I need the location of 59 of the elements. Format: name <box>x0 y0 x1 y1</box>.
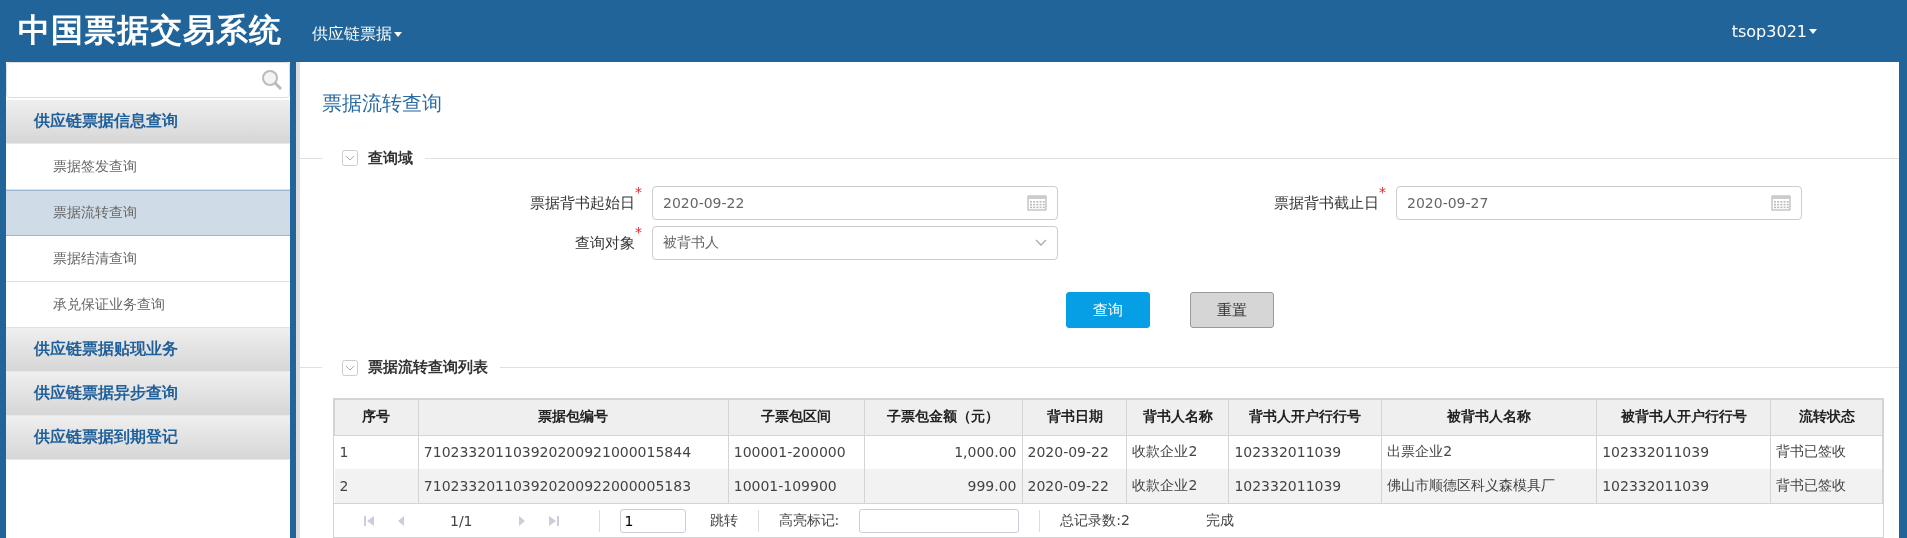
required-mark: * <box>635 224 642 240</box>
highlight-input[interactable] <box>859 508 1020 533</box>
field-label: 查询对象* <box>575 226 642 254</box>
section-title: 查询域 <box>368 148 413 168</box>
table-cell: 收款企业2 <box>1127 469 1229 503</box>
collapse-icon[interactable] <box>342 150 358 167</box>
column-header: 背书日期 <box>1022 399 1127 435</box>
column-header: 背书人开户行行号 <box>1228 399 1382 435</box>
sidebar-group[interactable]: 供应链票据贴现业务 <box>6 328 290 372</box>
app-title: 中国票据交易系统 <box>18 10 282 51</box>
last-page-icon[interactable] <box>546 513 561 528</box>
calendar-icon[interactable] <box>1027 195 1047 211</box>
sidebar-group[interactable]: 供应链票据到期登记 <box>6 416 290 460</box>
search-field[interactable] <box>6 62 290 98</box>
sidebar-item[interactable]: 票据流转查询 <box>6 190 290 236</box>
field-label: 票据背书截止日* <box>1274 186 1386 214</box>
table-cell: 710233201103920200922000005183 <box>418 469 729 503</box>
column-header: 票据包编号 <box>418 399 729 435</box>
page-input[interactable]: 1 <box>619 508 686 533</box>
table-cell: 2 <box>334 469 419 503</box>
first-page-icon[interactable] <box>362 513 376 528</box>
table-cell: 10001-109900 <box>728 469 865 503</box>
table-cell: 背书已签收 <box>1770 469 1883 503</box>
select-field[interactable]: 被背书人 <box>652 226 1058 260</box>
table-cell: 999.00 <box>864 469 1023 503</box>
page-indicator: 1/1 <box>450 512 473 529</box>
required-mark: * <box>635 184 642 200</box>
caret-icon <box>394 31 402 37</box>
table-cell: 2020-09-22 <box>1022 469 1127 503</box>
column-header: 背书人名称 <box>1127 399 1229 435</box>
section-title: 票据流转查询列表 <box>368 358 488 378</box>
column-header: 被背书人开户行行号 <box>1596 399 1771 435</box>
column-header: 子票包区间 <box>728 399 865 435</box>
table-cell: 102332011039 <box>1228 469 1382 503</box>
search-icon[interactable] <box>261 69 283 91</box>
sidebar-group[interactable]: 供应链票据异步查询 <box>6 372 290 416</box>
column-header: 流转状态 <box>1770 399 1883 435</box>
date-field[interactable]: 2020-09-27 <box>1396 186 1802 220</box>
column-header: 序号 <box>334 399 419 435</box>
calendar-icon[interactable] <box>1771 195 1791 211</box>
table-cell: 佛山市顺德区科义森模具厂 <box>1381 469 1597 503</box>
field-label: 票据背书起始日* <box>530 186 642 214</box>
date-field[interactable]: 2020-09-22 <box>652 186 1058 220</box>
highlight-label: 高亮标记: <box>778 511 840 530</box>
collapse-icon[interactable] <box>342 359 358 376</box>
required-mark: * <box>1379 184 1386 200</box>
table-cell: 102332011039 <box>1596 469 1771 503</box>
column-header: 子票包金额（元） <box>864 399 1023 435</box>
jump-link[interactable]: 跳转 <box>709 511 738 530</box>
user-menu[interactable]: tsop3021 <box>1731 21 1817 41</box>
page-title: 票据流转查询 <box>322 91 442 115</box>
chevron-down-icon[interactable] <box>1035 239 1047 247</box>
caret-icon <box>1809 28 1817 34</box>
menu-dropdown[interactable]: 供应链票据 <box>312 23 402 45</box>
sidebar-group[interactable]: 供应链票据信息查询 <box>6 100 290 144</box>
total-records: 总记录数:2 <box>1060 511 1130 530</box>
reset-button[interactable]: 重置 <box>1189 292 1274 328</box>
column-header: 被背书人名称 <box>1381 399 1597 435</box>
status-text: 完成 <box>1205 511 1234 530</box>
